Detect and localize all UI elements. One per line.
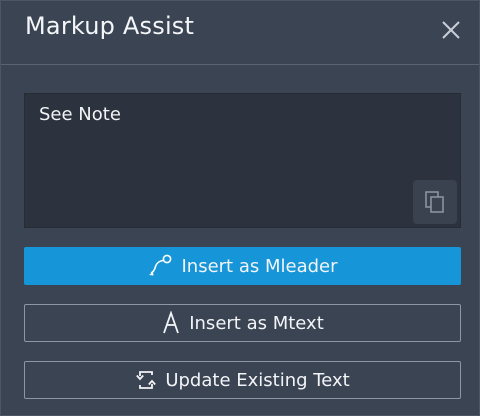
insert-mtext-label: Insert as Mtext	[189, 312, 324, 334]
panel-header: Markup Assist	[1, 1, 479, 65]
refresh-icon	[135, 368, 157, 392]
insert-mleader-label: Insert as Mleader	[181, 255, 338, 277]
copy-button[interactable]	[413, 180, 457, 224]
insert-mleader-button[interactable]: Insert as Mleader	[24, 247, 461, 285]
note-text: See Note	[39, 104, 121, 125]
insert-mtext-button[interactable]: Insert as Mtext	[24, 304, 461, 342]
note-text-area[interactable]: See Note	[24, 93, 461, 228]
markup-assist-panel: Markup Assist See Note Insert as Mleader	[0, 0, 480, 416]
update-existing-text-label: Update Existing Text	[165, 369, 350, 391]
text-a-icon	[161, 311, 181, 335]
mleader-icon	[147, 254, 173, 278]
copy-icon	[425, 191, 444, 213]
update-existing-text-button[interactable]: Update Existing Text	[24, 361, 461, 399]
panel-title: Markup Assist	[25, 12, 195, 40]
close-icon[interactable]	[437, 16, 465, 44]
